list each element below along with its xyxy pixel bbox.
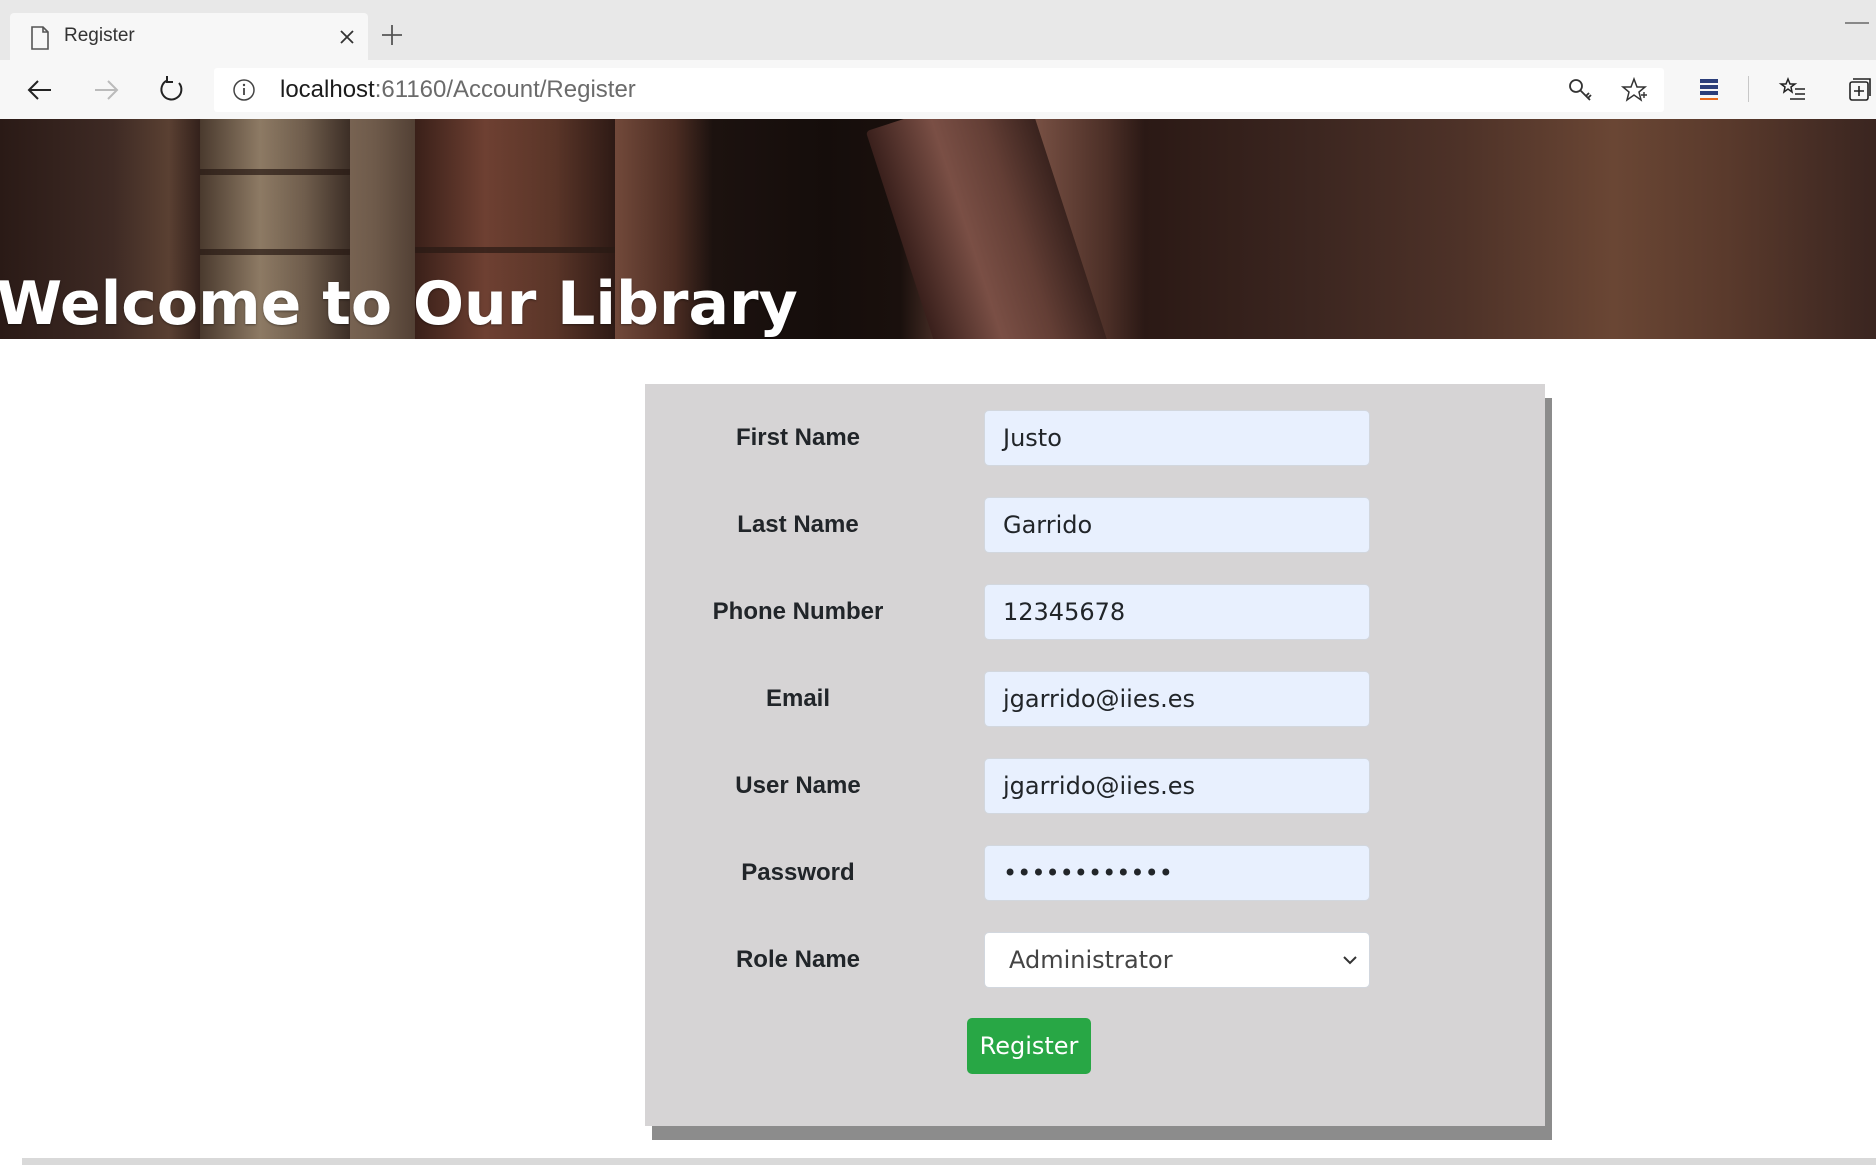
close-tab-icon[interactable] [336,26,358,48]
first-name-row: First Name Justo [645,410,1545,466]
address-bar[interactable]: localhost:61160/Account/Register [214,68,1664,112]
register-button[interactable]: Register [967,1018,1091,1074]
url-text[interactable]: localhost:61160/Account/Register [280,76,636,104]
password-row: Password •••••••••••• [645,845,1545,901]
password-label: Password [741,859,855,886]
phone-number-input[interactable]: 12345678 [984,584,1370,640]
phone-number-row: Phone Number 12345678 [645,584,1545,640]
role-name-row: Role Name Administrator [645,932,1545,988]
last-name-label: Last Name [737,511,859,538]
back-icon[interactable] [25,75,55,105]
role-name-select[interactable]: Administrator [984,932,1370,988]
info-icon[interactable] [232,78,256,102]
new-tab-icon[interactable] [379,22,405,48]
toolbar-separator [1748,76,1749,102]
forward-icon[interactable] [91,75,121,105]
last-name-input[interactable]: Garrido [984,497,1370,553]
phone-number-label: Phone Number [712,598,884,625]
register-form: First Name Justo Last Name Garrido Phone… [645,384,1545,1126]
book-spine-image [865,119,1110,339]
password-input[interactable]: •••••••••••• [984,845,1370,901]
chevron-down-icon [1343,956,1357,965]
extension-icon[interactable] [1694,74,1724,104]
footer-divider [22,1158,1876,1165]
email-input[interactable]: jgarrido@iies.es [984,671,1370,727]
role-selected-value: Administrator [1009,946,1173,974]
favorites-icon[interactable] [1778,74,1808,104]
minimize-icon[interactable] [1845,22,1869,24]
spine-band [200,169,350,175]
browser-toolbar: localhost:61160/Account/Register [0,60,1876,119]
last-name-row: Last Name Garrido [645,497,1545,553]
first-name-label: First Name [735,424,861,451]
tab-strip: Register [0,0,1876,60]
spine-band [200,249,350,255]
email-row: Email jgarrido@iies.es [645,671,1545,727]
collections-icon[interactable] [1844,74,1874,104]
browser-tab[interactable]: Register [10,13,368,60]
key-icon[interactable] [1566,76,1594,104]
user-name-label: User Name [735,772,861,799]
user-name-row: User Name jgarrido@iies.es [645,758,1545,814]
user-name-input[interactable]: jgarrido@iies.es [984,758,1370,814]
refresh-icon[interactable] [157,75,187,105]
library-banner: Welcome to Our Library [0,119,1876,339]
favorite-star-icon[interactable] [1620,76,1648,104]
banner-title: Welcome to Our Library [0,269,798,339]
email-label: Email [765,685,831,712]
page-icon [31,26,49,50]
role-name-label: Role Name [735,946,861,973]
spine-band [415,247,615,253]
first-name-input[interactable]: Justo [984,410,1370,466]
tab-title: Register [64,25,135,46]
